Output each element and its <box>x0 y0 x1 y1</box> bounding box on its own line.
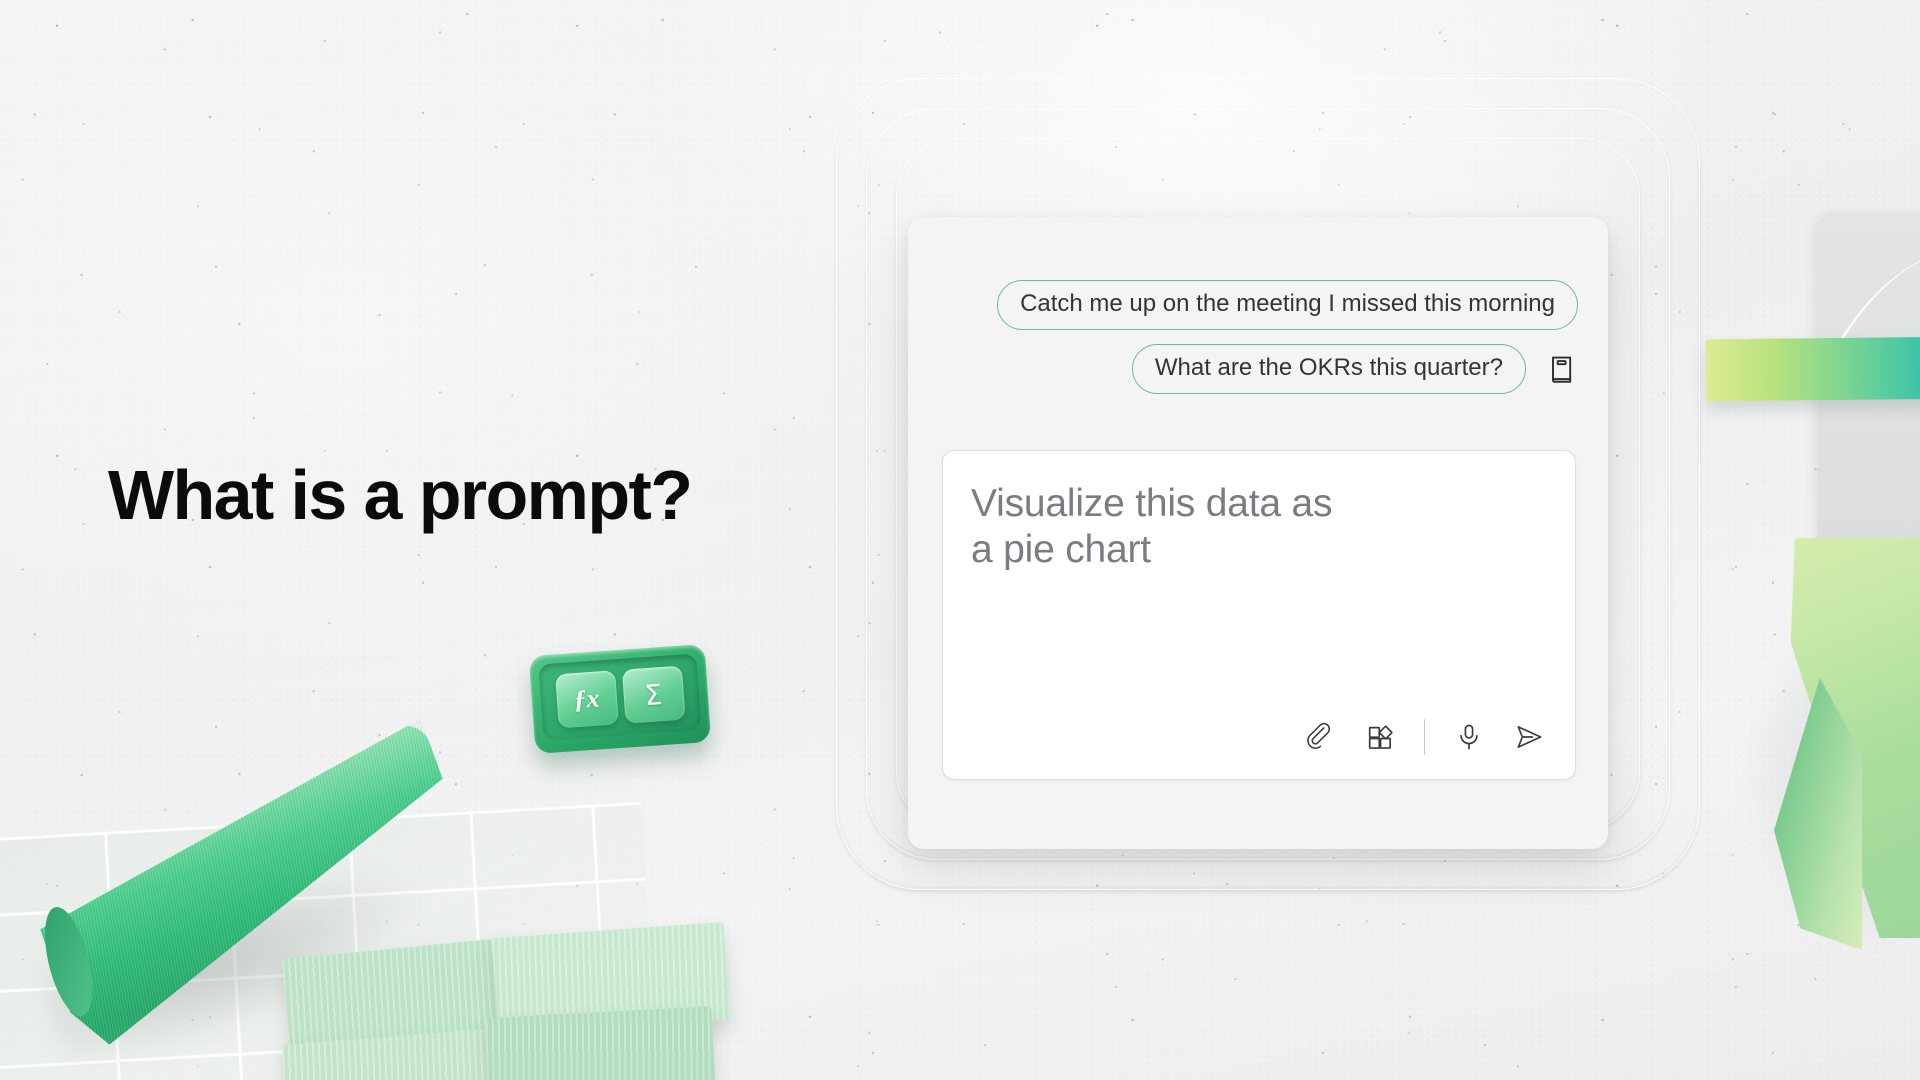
curled-sheet-shadow <box>1742 600 1920 950</box>
microphone-icon[interactable] <box>1451 719 1487 755</box>
suggestion-chip-catch-me-up[interactable]: Catch me up on the meeting I missed this… <box>997 280 1578 330</box>
suggestion-row-2: What are the OKRs this quarter? <box>1131 344 1578 394</box>
apps-grid-icon[interactable] <box>1362 719 1398 755</box>
composer-toolbar <box>1302 719 1547 755</box>
mint-block-prop-2 <box>491 922 731 1036</box>
send-icon[interactable] <box>1511 719 1547 755</box>
prompt-composer[interactable]: Visualize this data as a pie chart <box>942 450 1576 780</box>
sigma-keycap: Σ <box>621 665 686 724</box>
gradient-band-prop <box>1705 336 1920 402</box>
rolled-green-paper-prop <box>17 718 489 1053</box>
mint-block-prop-1 <box>281 937 521 1055</box>
curled-green-sheet-prop <box>1760 538 1920 958</box>
prompt-input-placeholder[interactable]: Visualize this data as a pie chart <box>971 481 1547 573</box>
book-icon[interactable] <box>1546 353 1578 385</box>
scene: ƒx Σ What is a prompt? Catch me up on th… <box>0 0 1920 1080</box>
mint-block-prop-4 <box>485 1006 717 1080</box>
prompt-card: Catch me up on the meeting I missed this… <box>908 217 1608 849</box>
fx-keycap: ƒx <box>554 670 619 729</box>
formula-keycap-tray-prop: ƒx Σ <box>528 643 712 755</box>
mint-block-prop-3 <box>281 1027 509 1080</box>
suggestion-chip-okrs[interactable]: What are the OKRs this quarter? <box>1131 344 1526 394</box>
suggestion-row-1: Catch me up on the meeting I missed this… <box>997 280 1578 330</box>
suggestion-list: Catch me up on the meeting I missed this… <box>944 280 1578 394</box>
rolled-paper-shadow <box>26 821 454 1080</box>
page-title: What is a prompt? <box>108 456 693 534</box>
spreadsheet-grid-prop <box>0 801 658 1080</box>
toolbar-divider <box>1424 719 1425 755</box>
chart-card-prop <box>1818 212 1920 682</box>
paperclip-icon[interactable] <box>1302 719 1338 755</box>
